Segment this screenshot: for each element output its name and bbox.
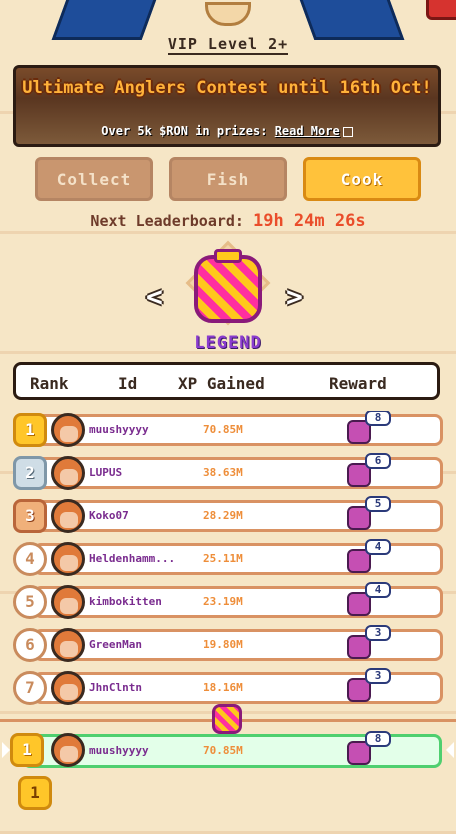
reward-count: 3 bbox=[365, 668, 391, 684]
player-name: Heldenhamm... bbox=[89, 552, 176, 565]
countdown: 19h 24m 26s bbox=[252, 211, 366, 231]
self-row-right-marker bbox=[446, 742, 454, 758]
col-rank: Rank bbox=[30, 374, 69, 393]
xp-value: 38.63M bbox=[203, 466, 243, 479]
legend-gem-icon bbox=[212, 704, 242, 734]
tab-cook[interactable]: Cook bbox=[303, 157, 421, 201]
reward-count: 4 bbox=[365, 539, 391, 555]
contest-subtitle: Over 5k $RON in prizes: Read More bbox=[16, 124, 438, 138]
tab-collect[interactable]: Collect bbox=[35, 157, 153, 201]
avatar bbox=[51, 733, 85, 767]
read-more-link[interactable]: Read More bbox=[275, 124, 340, 138]
avatar bbox=[51, 456, 85, 490]
leaderboard-list[interactable]: 1 muushyyyy 70.85M 8 2 LUPUS 38.63M 6 3 … bbox=[0, 411, 456, 719]
current-player-row[interactable]: 1 muushyyyy 70.85M 8 bbox=[0, 731, 456, 768]
table-row[interactable]: 2 LUPUS 38.63M 6 bbox=[13, 453, 443, 490]
xp-value: 70.85M bbox=[203, 744, 243, 757]
player-name: JhnClntn bbox=[89, 681, 142, 694]
leaderboard-header: Rank Id XP Gained Reward bbox=[13, 362, 440, 400]
table-row[interactable]: 6 GreenMan 19.80M 3 bbox=[13, 625, 443, 662]
table-row[interactable]: 3 Koko07 28.29M 5 bbox=[13, 496, 443, 533]
close-icon[interactable] bbox=[426, 0, 456, 20]
rank-badge: 2 bbox=[13, 456, 47, 490]
xp-value: 28.29M bbox=[203, 509, 243, 522]
legend-badge bbox=[180, 235, 276, 331]
table-row[interactable]: 7 JhnClntn 18.16M 3 bbox=[13, 668, 443, 705]
reward-count: 8 bbox=[365, 411, 391, 426]
col-xp: XP Gained bbox=[178, 374, 265, 393]
table-row[interactable]: 5 kimbokitten 23.19M 4 bbox=[13, 582, 443, 619]
avatar bbox=[51, 585, 85, 619]
vip-level-label[interactable]: VIP Level 2+ bbox=[0, 35, 456, 55]
banner-wing-left bbox=[51, 0, 159, 40]
reward-count: 8 bbox=[365, 731, 391, 747]
banner-wing-right bbox=[297, 0, 405, 40]
xp-value: 70.85M bbox=[203, 423, 243, 436]
rank-badge: 1 bbox=[10, 733, 44, 767]
player-name: GreenMan bbox=[89, 638, 142, 651]
tier-title: LEGEND bbox=[194, 333, 262, 353]
player-name: LUPUS bbox=[89, 466, 123, 479]
tab-fish[interactable]: Fish bbox=[169, 157, 287, 201]
avatar bbox=[51, 499, 85, 533]
player-name: kimbokitten bbox=[89, 595, 162, 608]
reward-count: 3 bbox=[365, 625, 391, 641]
page-button[interactable]: 1 bbox=[18, 776, 52, 810]
avatar bbox=[51, 413, 85, 447]
reward-count: 4 bbox=[365, 582, 391, 598]
rank-badge: 4 bbox=[13, 542, 47, 576]
col-id: Id bbox=[118, 374, 138, 393]
xp-value: 18.16M bbox=[203, 681, 243, 694]
avatar bbox=[51, 671, 85, 705]
xp-value: 19.80M bbox=[203, 638, 243, 651]
external-link-icon bbox=[342, 126, 353, 137]
table-row[interactable]: 1 muushyyyy 70.85M 8 bbox=[13, 411, 443, 447]
player-name: Koko07 bbox=[89, 509, 129, 522]
table-row[interactable]: 4 Heldenhamm... 25.11M 4 bbox=[13, 539, 443, 576]
rank-badge: 5 bbox=[13, 585, 47, 619]
rank-badge: 1 bbox=[13, 413, 47, 447]
avatar bbox=[51, 542, 85, 576]
xp-value: 25.11M bbox=[203, 552, 243, 565]
reward-count: 6 bbox=[365, 453, 391, 469]
col-reward: Reward bbox=[329, 374, 387, 393]
rank-badge: 7 bbox=[13, 671, 47, 705]
prev-tier-button[interactable]: < bbox=[146, 280, 163, 313]
player-name: muushyyyy bbox=[89, 423, 149, 436]
rank-badge: 6 bbox=[13, 628, 47, 662]
contest-banner[interactable]: Ultimate Anglers Contest until 16th Oct!… bbox=[13, 65, 441, 147]
reward-count: 5 bbox=[365, 496, 391, 512]
player-name: muushyyyy bbox=[89, 744, 149, 757]
next-tier-button[interactable]: > bbox=[286, 280, 303, 313]
rank-badge: 3 bbox=[13, 499, 47, 533]
contest-title: Ultimate Anglers Contest until 16th Oct! bbox=[22, 78, 432, 98]
avatar bbox=[51, 628, 85, 662]
xp-value: 23.19M bbox=[203, 595, 243, 608]
next-leaderboard-timer: Next Leaderboard: 19h 24m 26s bbox=[90, 211, 366, 231]
skill-tabs: Collect Fish Cook bbox=[0, 157, 456, 201]
legend-gem-icon bbox=[194, 255, 262, 323]
crown-icon bbox=[205, 2, 251, 26]
